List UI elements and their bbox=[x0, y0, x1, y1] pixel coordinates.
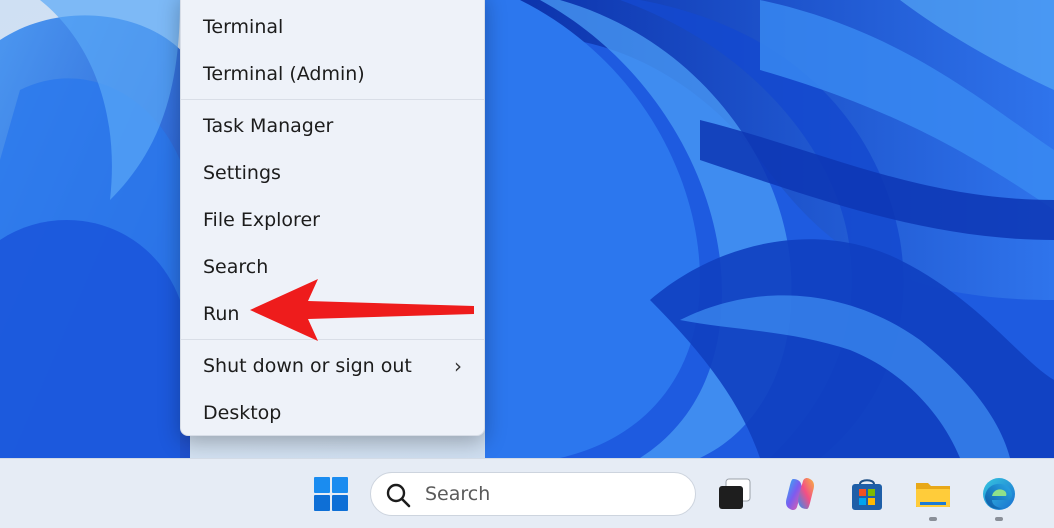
menu-item-file-explorer[interactable]: File Explorer bbox=[181, 198, 484, 242]
running-indicator bbox=[995, 517, 1003, 521]
taskbar: Search bbox=[0, 458, 1054, 528]
menu-item-label: Shut down or sign out bbox=[203, 355, 412, 377]
task-view-icon[interactable] bbox=[716, 475, 754, 513]
wallpaper-image bbox=[0, 0, 1054, 458]
taskbar-search-box[interactable]: Search bbox=[370, 472, 696, 516]
menu-item-settings[interactable]: Settings bbox=[181, 151, 484, 195]
file-explorer-icon[interactable] bbox=[914, 475, 952, 513]
menu-item-task-manager[interactable]: Task Manager bbox=[181, 104, 484, 148]
microsoft-store-icon[interactable] bbox=[848, 475, 886, 513]
desktop-screen: Terminal Terminal (Admin) Task Manager S… bbox=[0, 0, 1054, 528]
edge-browser-icon[interactable] bbox=[980, 475, 1018, 513]
search-icon bbox=[386, 483, 411, 508]
quick-link-menu: Terminal Terminal (Admin) Task Manager S… bbox=[180, 0, 485, 436]
running-indicator bbox=[929, 517, 937, 521]
menu-item-shut-down-or-sign-out[interactable]: Shut down or sign out › bbox=[181, 344, 484, 388]
chevron-right-icon: › bbox=[454, 354, 462, 378]
windows-start-icon[interactable] bbox=[312, 475, 350, 513]
red-pointer-arrow-icon bbox=[250, 279, 474, 341]
menu-item-terminal-admin[interactable]: Terminal (Admin) bbox=[181, 52, 484, 96]
menu-item-terminal[interactable]: Terminal bbox=[181, 5, 484, 49]
copilot-icon[interactable] bbox=[781, 475, 819, 513]
search-placeholder: Search bbox=[425, 483, 491, 505]
menu-item-desktop[interactable]: Desktop bbox=[181, 391, 484, 435]
menu-divider bbox=[181, 99, 484, 100]
